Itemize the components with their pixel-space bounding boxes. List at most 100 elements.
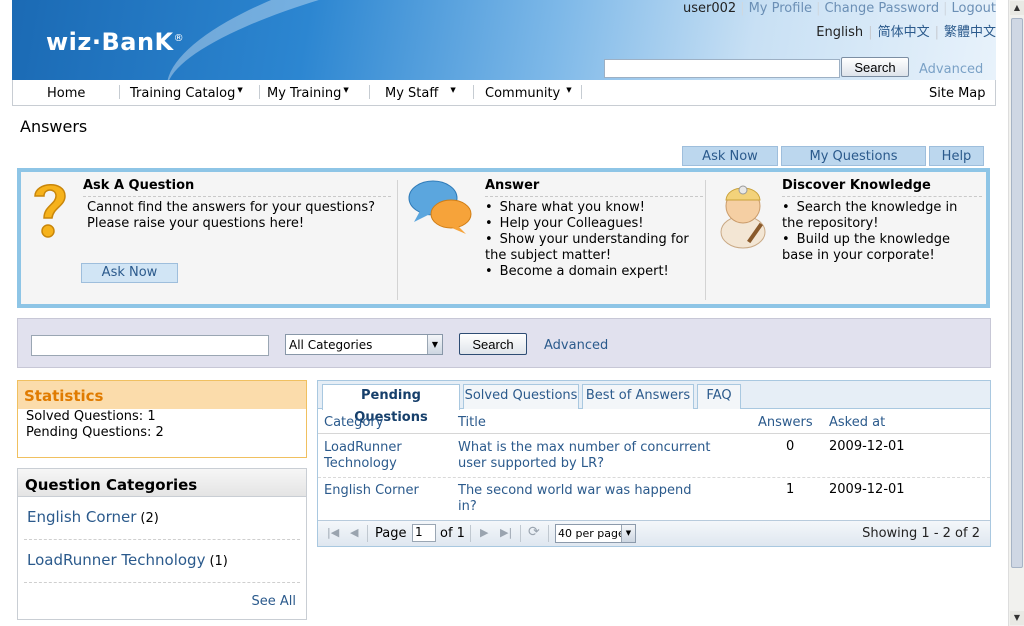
prev-page-icon[interactable]: ◀ <box>350 526 358 539</box>
last-page-icon[interactable]: ▶| <box>500 526 512 539</box>
list-item: English Corner (2) <box>24 497 300 540</box>
question-categories-box: Question Categories English Corner (2) Lo… <box>17 468 307 620</box>
see-all-link[interactable]: See All <box>252 594 297 609</box>
search-button[interactable]: Search <box>459 333 527 355</box>
top-search-button[interactable]: Search <box>841 57 909 77</box>
nav-site-map[interactable]: Site Map <box>929 86 986 101</box>
question-categories-title: Question Categories <box>18 469 306 497</box>
col-category[interactable]: Category <box>324 415 383 430</box>
page-of-label: of 1 <box>440 526 465 541</box>
row-title-link[interactable]: The second world war was happend in? <box>458 483 708 515</box>
user-links: user002 | My Profile | Change Password | Logou… <box>683 1 996 16</box>
table-header: Category Title Answers Asked at <box>318 409 990 434</box>
row-asked-at: 2009-12-01 <box>829 439 905 454</box>
lang-traditional-chinese[interactable]: 繁體中文 <box>944 25 996 40</box>
page-number-input[interactable]: 1 <box>412 524 436 542</box>
top-advanced-search-link[interactable]: Advanced <box>919 62 983 77</box>
caret-down-icon: ▼ <box>343 86 349 94</box>
caret-down-icon: ▼ <box>450 86 456 94</box>
nav-my-training[interactable]: My Training ▼ <box>267 86 349 101</box>
ask-question-text: Cannot find the answers for your questio… <box>87 200 376 231</box>
tab-my-questions[interactable]: My Questions <box>781 146 926 166</box>
top-search-input[interactable] <box>604 59 840 78</box>
list-item: Share what you know! <box>485 200 703 216</box>
main-nav: Home Training Catalog ▼ My Training ▼ My S… <box>12 80 996 106</box>
table-row: LoadRunner Technology What is the max nu… <box>318 435 990 478</box>
list-item: LoadRunner Technology (1) <box>24 540 300 583</box>
category-count: (2) <box>140 511 159 526</box>
change-password-link[interactable]: Change Password <box>824 1 939 16</box>
col-title[interactable]: Title <box>458 415 486 430</box>
page-label: Page <box>375 526 407 541</box>
chevron-down-icon[interactable]: ▼ <box>621 525 635 542</box>
col-answers[interactable]: Answers <box>758 415 813 430</box>
nav-training-catalog[interactable]: Training Catalog ▼ <box>130 86 243 101</box>
row-title-link[interactable]: What is the max number of concurrent use… <box>458 440 728 472</box>
ask-question-title: Ask A Question <box>83 178 391 197</box>
list-item: Help your Colleagues! <box>485 216 703 232</box>
language-links: English | 简体中文 | 繁體中文 <box>816 25 996 40</box>
banner-decoration <box>150 0 674 80</box>
scroll-down-icon[interactable]: ▼ <box>1010 611 1024 625</box>
scroll-up-icon[interactable]: ▲ <box>1010 1 1024 15</box>
list-item: Show your understanding for the subject … <box>485 232 703 264</box>
question-tabs: Pending Questions Solved Questions Best … <box>318 381 990 425</box>
statistics-box: Statistics Solved Questions: 1 Pending Q… <box>17 380 307 458</box>
pending-questions-stat: Pending Questions: 2 <box>26 425 164 440</box>
nav-home[interactable]: Home <box>47 86 85 101</box>
explorer-icon <box>720 185 766 249</box>
scroll-thumb[interactable] <box>1011 18 1023 568</box>
logo: wiz·BanK® <box>46 28 184 56</box>
row-category-link[interactable]: LoadRunner Technology <box>324 440 444 472</box>
advanced-search-link[interactable]: Advanced <box>544 338 608 353</box>
tab-help[interactable]: Help <box>929 146 984 166</box>
col-asked-at[interactable]: Asked at <box>829 415 885 430</box>
lang-english: English <box>816 25 864 40</box>
category-select[interactable]: All Categories ▼ <box>285 334 443 355</box>
logo-text: wiz·BanK <box>46 28 174 56</box>
next-page-icon[interactable]: ▶ <box>480 526 488 539</box>
discover-list: Search the knowledge in the repository! … <box>782 200 982 264</box>
refresh-icon[interactable]: ⟳ <box>528 524 540 540</box>
feature-panel: Ask A Question Cannot find the answers f… <box>17 168 990 308</box>
tab-ask-now[interactable]: Ask Now <box>682 146 778 166</box>
questions-panel: Pending Questions Solved Questions Best … <box>317 380 991 547</box>
username: user002 <box>683 1 737 16</box>
tab-best-of-answers[interactable]: Best of Answers <box>582 384 694 409</box>
first-page-icon[interactable]: |◀ <box>327 526 339 539</box>
logo-mark: ® <box>173 33 185 44</box>
caret-down-icon: ▼ <box>237 86 243 94</box>
answer-list: Share what you know! Help your Colleague… <box>485 200 703 280</box>
search-bar: All Categories ▼ Search Advanced <box>17 318 991 368</box>
category-select-value: All Categories <box>289 338 373 352</box>
list-item: Build up the knowledge base in your corp… <box>782 232 982 264</box>
my-profile-link[interactable]: My Profile <box>749 1 812 16</box>
tab-solved-questions[interactable]: Solved Questions <box>463 384 579 409</box>
chevron-down-icon[interactable]: ▼ <box>427 335 442 354</box>
showing-count: Showing 1 - 2 of 2 <box>862 526 980 541</box>
list-item: Search the knowledge in the repository! <box>782 200 982 232</box>
row-answers: 1 <box>786 482 795 497</box>
caret-down-icon: ▼ <box>566 86 572 94</box>
nav-community[interactable]: Community ▼ <box>485 86 572 101</box>
vertical-scrollbar[interactable]: ▲ ▼ <box>1008 0 1024 626</box>
tab-faq[interactable]: FAQ <box>697 384 741 409</box>
category-link-loadrunner-technology[interactable]: LoadRunner Technology <box>27 551 205 569</box>
ask-now-button[interactable]: Ask Now <box>81 263 178 283</box>
per-page-select[interactable]: 40 per page ▼ <box>555 524 636 543</box>
logout-link[interactable]: Logout <box>951 1 996 16</box>
list-item: Become a domain expert! <box>485 264 703 280</box>
category-count: (1) <box>209 554 228 569</box>
nav-my-staff[interactable]: My Staff ▼ <box>385 86 456 101</box>
statistics-title: Statistics <box>18 381 306 409</box>
tab-pending-questions[interactable]: Pending Questions <box>322 384 460 425</box>
row-asked-at: 2009-12-01 <box>829 482 905 497</box>
discover-title: Discover Knowledge <box>782 178 982 197</box>
search-input[interactable] <box>31 335 269 356</box>
lang-simplified-chinese[interactable]: 简体中文 <box>878 25 930 40</box>
answer-column: Answer Share what you know! Help your Co… <box>485 178 703 300</box>
table-row: English Corner The second world war was … <box>318 478 990 520</box>
solved-questions-stat: Solved Questions: 1 <box>26 409 156 424</box>
category-link-english-corner[interactable]: English Corner <box>27 508 136 526</box>
row-category-link[interactable]: English Corner <box>324 483 444 499</box>
